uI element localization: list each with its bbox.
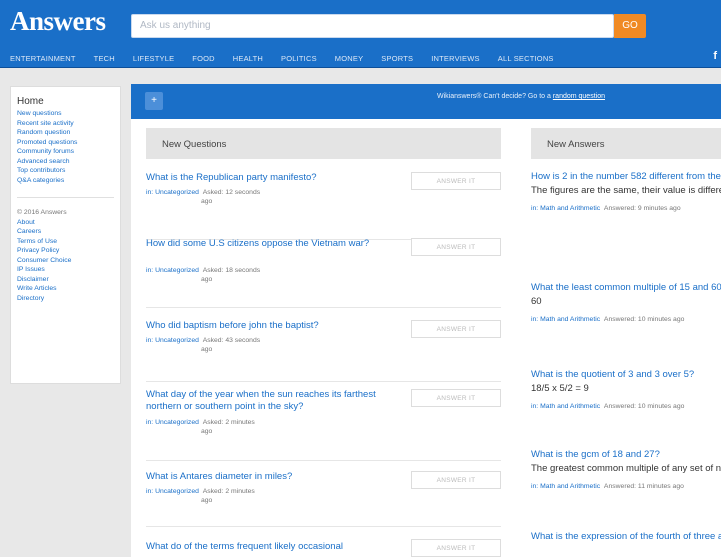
search-input[interactable]: Ask us anything bbox=[131, 14, 614, 38]
sidebar-link-forums[interactable]: Community forums bbox=[17, 147, 120, 157]
sidebar-link-advanced-search[interactable]: Advanced search bbox=[17, 157, 120, 167]
nav-item-entertainment[interactable]: ENTERTAINMENT bbox=[10, 54, 76, 63]
footer-link-terms[interactable]: Terms of Use bbox=[17, 237, 120, 247]
answer-it-button[interactable]: ANSWER IT bbox=[411, 471, 501, 489]
nav-item-politics[interactable]: POLITICS bbox=[281, 54, 317, 63]
promo-banner: + Wikianswers® Can't decide? Go to a ran… bbox=[131, 84, 721, 119]
question-meta: in: Uncategorized Asked: 2 minutes ago bbox=[146, 488, 255, 504]
footer-link-careers[interactable]: Careers bbox=[17, 227, 120, 237]
question-title[interactable]: Who did baptism before john the baptist? bbox=[146, 320, 401, 332]
new-answers-header: New Answers bbox=[531, 128, 721, 159]
answer-text: The figures are the same, their value is… bbox=[531, 185, 721, 196]
answer-it-button[interactable]: ANSWER IT bbox=[411, 238, 501, 256]
nav-item-money[interactable]: MONEY bbox=[335, 54, 364, 63]
banner-message: Wikianswers® Can't decide? Go to a bbox=[437, 93, 551, 100]
new-questions-header: New Questions bbox=[146, 128, 501, 159]
question-title[interactable]: What is the Republican party manifesto? bbox=[146, 172, 401, 184]
copyright: © 2016 Answers bbox=[17, 209, 67, 216]
answer-meta: in: Math and Arithmetic Answered: 10 min… bbox=[531, 403, 685, 410]
banner-plus-button[interactable]: + bbox=[145, 92, 163, 110]
sidebar-home[interactable]: Home bbox=[17, 96, 120, 107]
footer-link-disclaimer[interactable]: Disclaimer bbox=[17, 275, 120, 285]
question-row: What is Antares diameter in miles? in: U… bbox=[146, 471, 501, 527]
sidebar-link-top-contributors[interactable]: Top contributors bbox=[17, 166, 120, 176]
question-title[interactable]: What is Antares diameter in miles? bbox=[146, 471, 401, 483]
sidebar-link-promoted[interactable]: Promoted questions bbox=[17, 138, 120, 148]
answer-item: What the least common multiple of 15 and… bbox=[531, 282, 721, 323]
answer-it-button[interactable]: ANSWER IT bbox=[411, 539, 501, 557]
sidebar: Home New questions Recent site activity … bbox=[10, 86, 121, 384]
search-go-button[interactable]: GO bbox=[614, 14, 646, 38]
answer-item: What is the quotient of 3 and 3 over 5? … bbox=[531, 369, 721, 410]
answer-item: What is the expression of the fourth of … bbox=[531, 531, 721, 543]
question-title[interactable]: What day of the year when the sun reache… bbox=[146, 389, 401, 413]
answer-question-title[interactable]: What is the gcm of 18 and 27? bbox=[531, 449, 721, 461]
sidebar-link-new-questions[interactable]: New questions bbox=[17, 109, 120, 119]
question-row: What day of the year when the sun reache… bbox=[146, 389, 501, 461]
answer-text: 18/5 x 5/2 = 9 bbox=[531, 383, 589, 394]
question-row: What is the Republican party manifesto? … bbox=[146, 172, 501, 240]
answer-text: The greatest common multiple of any set … bbox=[531, 463, 721, 474]
answer-meta: in: Math and Arithmetic Answered: 11 min… bbox=[531, 483, 684, 490]
footer-link-ip-issues[interactable]: IP Issues bbox=[17, 265, 120, 275]
nav-item-interviews[interactable]: INTERVIEWS bbox=[431, 54, 480, 63]
question-row: Who did baptism before john the baptist?… bbox=[146, 320, 501, 382]
site-header: Answers Ask us anything GO ENTERTAINMENT… bbox=[0, 0, 721, 68]
footer-link-privacy[interactable]: Privacy Policy bbox=[17, 246, 120, 256]
answer-question-title[interactable]: What the least common multiple of 15 and… bbox=[531, 282, 721, 294]
answers-logo[interactable]: Answers bbox=[10, 6, 106, 37]
sidebar-divider bbox=[17, 197, 114, 198]
sidebar-link-recent-activity[interactable]: Recent site activity bbox=[17, 119, 120, 129]
nav-item-food[interactable]: FOOD bbox=[192, 54, 214, 63]
banner-text: Wikianswers® Can't decide? Go to a rando… bbox=[401, 92, 641, 102]
banner-random-question-link[interactable]: random question bbox=[553, 93, 605, 100]
question-row: How did some U.S citizens oppose the Vie… bbox=[146, 238, 501, 308]
answer-question-title[interactable]: How is 2 in the number 582 different fro… bbox=[531, 171, 721, 183]
section-nav: ENTERTAINMENT TECH LIFESTYLE FOOD HEALTH… bbox=[0, 48, 721, 68]
question-meta: in: Uncategorized Asked: 2 minutes ago bbox=[146, 419, 255, 435]
sidebar-link-random-question[interactable]: Random question bbox=[17, 128, 120, 138]
sidebar-link-categories[interactable]: Q&A categories bbox=[17, 176, 120, 186]
nav-item-lifestyle[interactable]: LIFESTYLE bbox=[133, 54, 174, 63]
question-meta: in: Uncategorized Asked: 18 seconds ago bbox=[146, 267, 261, 283]
answer-text: 60 bbox=[531, 296, 542, 307]
question-meta: in: Uncategorized Asked: 43 seconds ago bbox=[146, 337, 261, 353]
footer-link-write-articles[interactable]: Write Articles bbox=[17, 284, 120, 294]
answer-item: What is the gcm of 18 and 27? The greate… bbox=[531, 449, 721, 490]
answer-it-button[interactable]: ANSWER IT bbox=[411, 320, 501, 338]
question-title[interactable]: How did some U.S citizens oppose the Vie… bbox=[146, 238, 401, 250]
answer-question-title[interactable]: What is the quotient of 3 and 3 over 5? bbox=[531, 369, 721, 381]
nav-item-all-sections[interactable]: ALL SECTIONS bbox=[498, 54, 554, 63]
nav-item-sports[interactable]: SPORTS bbox=[381, 54, 413, 63]
answer-item: How is 2 in the number 582 different fro… bbox=[531, 171, 721, 212]
answer-meta: in: Math and Arithmetic Answered: 9 minu… bbox=[531, 205, 681, 212]
footer-link-about[interactable]: About bbox=[17, 218, 120, 228]
footer-link-consumer-choice[interactable]: Consumer Choice bbox=[17, 256, 120, 266]
question-meta: in: Uncategorized Asked: 12 seconds ago bbox=[146, 189, 261, 205]
footer-link-directory[interactable]: Directory bbox=[17, 294, 120, 304]
answer-question-title[interactable]: What is the expression of the fourth of … bbox=[531, 531, 721, 543]
question-title[interactable]: What do of the terms frequent likely occ… bbox=[146, 541, 401, 553]
nav-item-tech[interactable]: TECH bbox=[94, 54, 115, 63]
nav-item-health[interactable]: HEALTH bbox=[233, 54, 263, 63]
facebook-icon[interactable]: f bbox=[713, 50, 717, 62]
answer-meta: in: Math and Arithmetic Answered: 10 min… bbox=[531, 316, 685, 323]
answer-it-button[interactable]: ANSWER IT bbox=[411, 172, 501, 190]
question-row: What do of the terms frequent likely occ… bbox=[146, 539, 501, 557]
answer-it-button[interactable]: ANSWER IT bbox=[411, 389, 501, 407]
